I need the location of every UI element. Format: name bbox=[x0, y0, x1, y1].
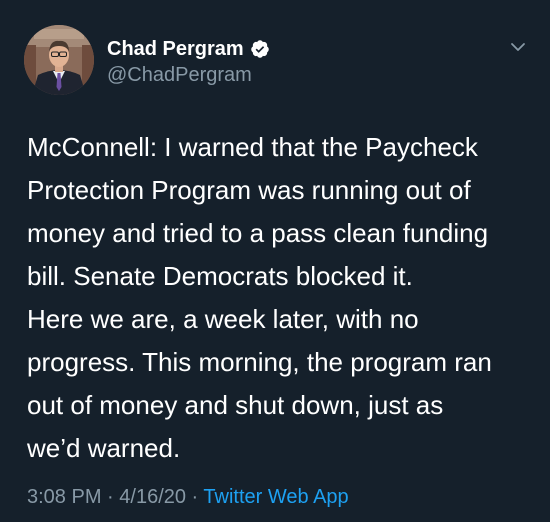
author-display-name[interactable]: Chad Pergram bbox=[107, 36, 244, 62]
verified-badge-icon bbox=[250, 39, 270, 59]
tweet-date[interactable]: 4/16/20 bbox=[119, 486, 186, 508]
tweet-text-line: Here we are, a week later, with no bbox=[27, 304, 419, 334]
tweet-card: Chad Pergram @ChadPergram McConnell: I w… bbox=[0, 0, 550, 522]
tweet-time[interactable]: 3:08 PM bbox=[27, 486, 101, 508]
tweet-text: McConnell: I warned that the Paycheck Pr… bbox=[27, 126, 537, 470]
author-name-row[interactable]: Chad Pergram bbox=[107, 36, 270, 62]
avatar-photo bbox=[24, 25, 94, 95]
tweet-metadata: 3:08 PM · 4/16/20 · Twitter Web App bbox=[27, 483, 349, 511]
tweet-text-line: progress. This morning, the program ran bbox=[27, 347, 492, 377]
meta-separator: · bbox=[186, 486, 204, 508]
tweet-text-line: money and tried to a pass clean funding bbox=[27, 218, 489, 248]
avatar[interactable] bbox=[24, 25, 94, 95]
chevron-down-icon[interactable] bbox=[509, 38, 527, 56]
author-handle[interactable]: @ChadPergram bbox=[107, 62, 252, 88]
tweet-source-link[interactable]: Twitter Web App bbox=[203, 486, 348, 508]
tweet-text-line: out of money and shut down, just as bbox=[27, 390, 444, 420]
tweet-text-line: we’d warned. bbox=[27, 433, 181, 463]
tweet-text-line: bill. Senate Democrats blocked it. bbox=[27, 261, 413, 291]
tweet-text-line: Protection Program was running out of bbox=[27, 175, 471, 205]
tweet-text-line: McConnell: I warned that the Paycheck bbox=[27, 132, 478, 162]
meta-separator: · bbox=[101, 486, 120, 508]
